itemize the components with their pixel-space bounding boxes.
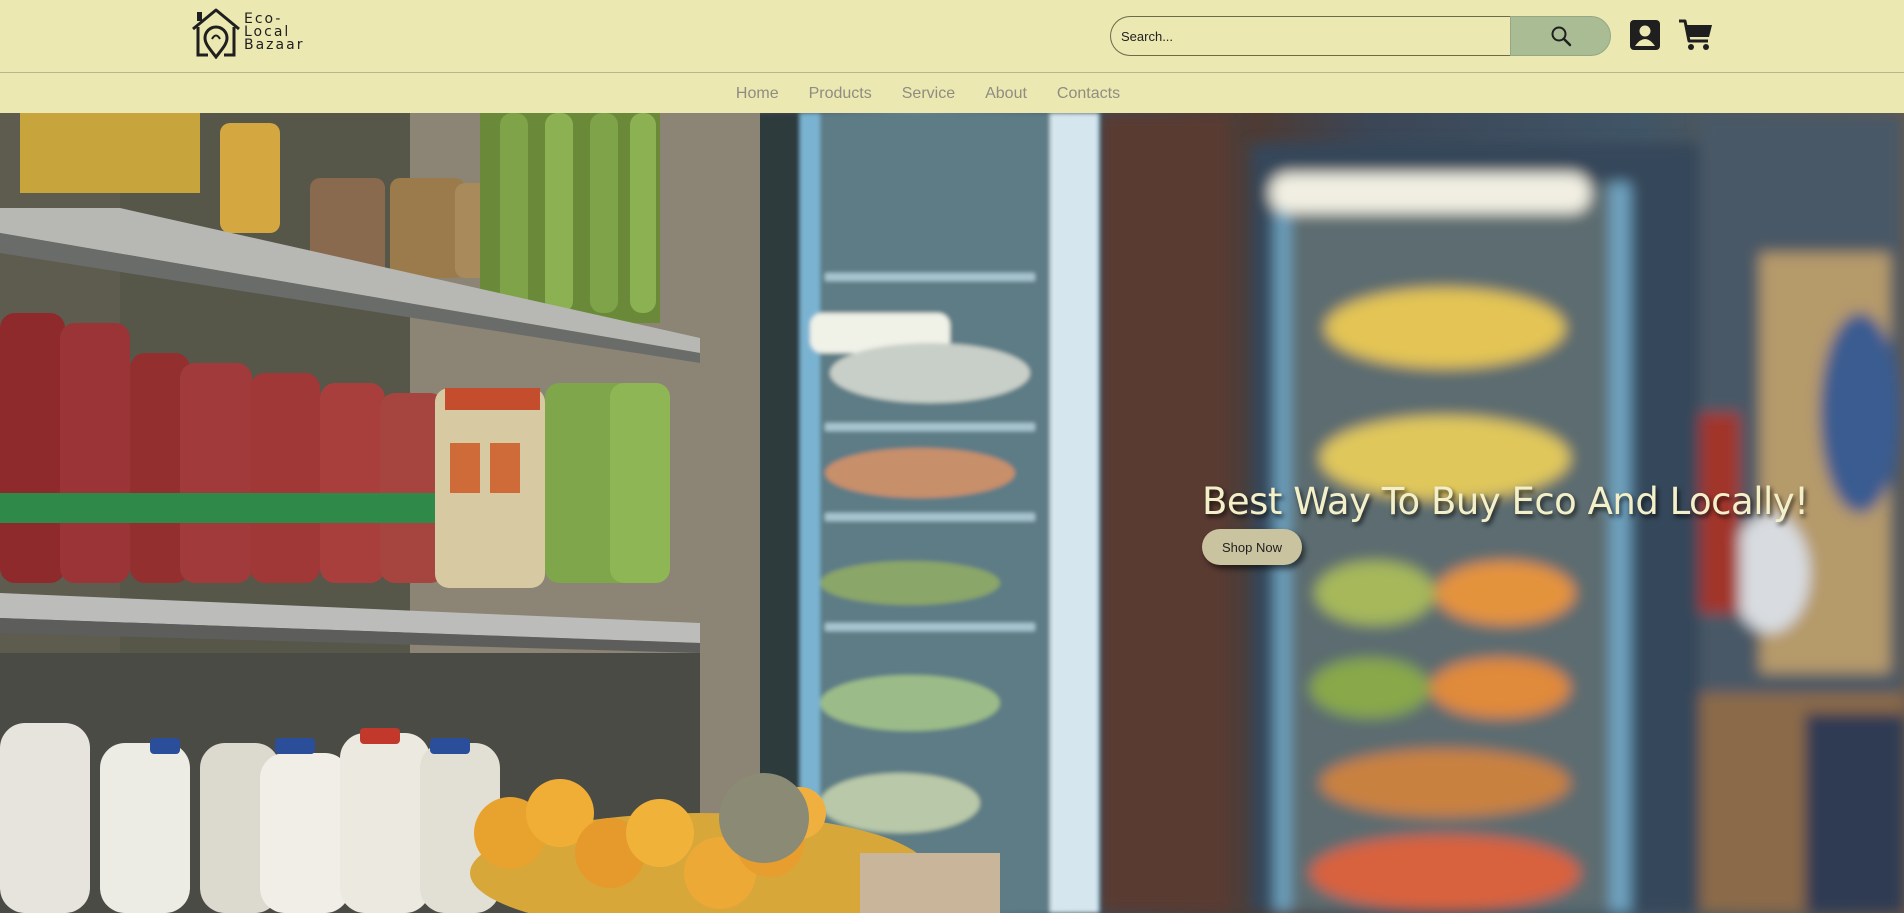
account-button[interactable] <box>1629 19 1661 51</box>
nav-item-products[interactable]: Products <box>809 85 872 103</box>
nav-item-service[interactable]: Service <box>902 85 955 103</box>
cart-button[interactable] <box>1678 18 1714 52</box>
nav-item-contacts[interactable]: Contacts <box>1057 85 1120 103</box>
site-header: Eco- Local Bazaar <box>0 0 1904 73</box>
house-pin-logo-icon <box>192 8 240 59</box>
search-input[interactable] <box>1110 16 1510 56</box>
shop-now-button[interactable]: Shop Now <box>1202 529 1302 565</box>
hero-banner: Best Way To Buy Eco And Locally! Shop No… <box>0 113 1904 913</box>
nav-item-home[interactable]: Home <box>736 85 779 103</box>
main-nav: Home Products Service About Contacts <box>0 74 1904 113</box>
cart-icon <box>1679 19 1712 50</box>
search-bar <box>1110 16 1611 56</box>
logo-line-3: Bazaar <box>244 37 305 53</box>
logo-wordmark: Eco- Local Bazaar <box>244 12 305 53</box>
user-icon <box>1630 20 1660 50</box>
hero-copy: Best Way To Buy Eco And Locally! Shop No… <box>1202 480 1809 565</box>
site-logo[interactable]: Eco- Local Bazaar <box>190 7 304 59</box>
search-button[interactable] <box>1510 16 1611 56</box>
search-icon <box>1551 26 1571 47</box>
hero-title: Best Way To Buy Eco And Locally! <box>1202 480 1809 523</box>
nav-item-about[interactable]: About <box>985 85 1027 103</box>
